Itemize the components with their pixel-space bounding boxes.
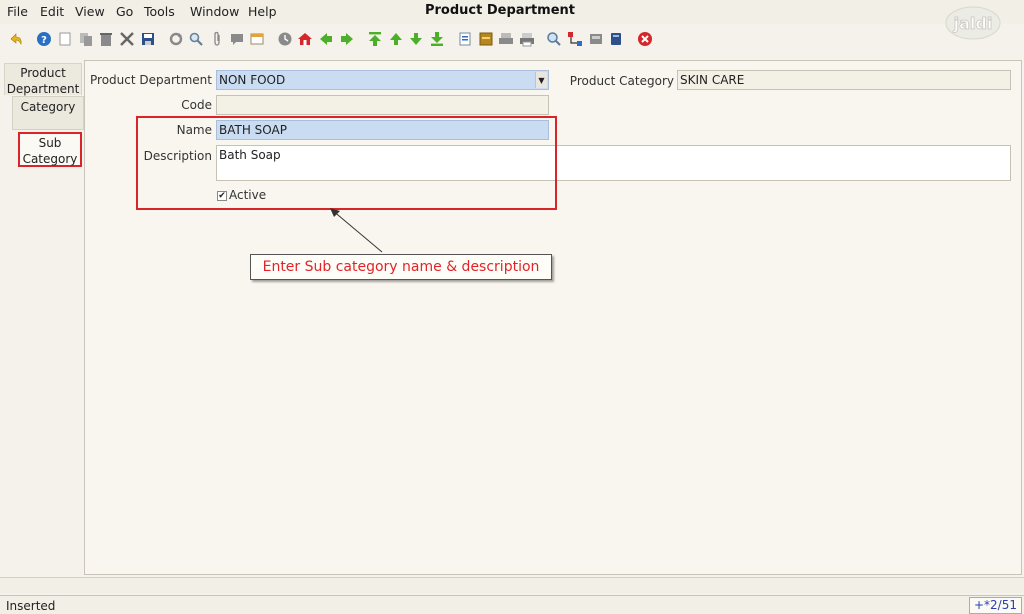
previous-record-icon[interactable]	[388, 31, 404, 47]
toolbar: ?	[0, 26, 1024, 54]
request-icon[interactable]	[588, 31, 604, 47]
description-value: Bath Soap	[219, 148, 281, 162]
product-department-label: Product Department	[90, 73, 212, 87]
undo-icon[interactable]	[8, 31, 24, 47]
print-preview-icon[interactable]	[498, 31, 514, 47]
tab-sub-category[interactable]: Sub Category	[18, 132, 82, 167]
print-icon[interactable]	[519, 31, 535, 47]
description-field[interactable]: Bath Soap	[216, 145, 1011, 181]
home-icon[interactable]	[297, 31, 313, 47]
copy-icon[interactable]	[78, 31, 94, 47]
tab-product-department[interactable]: Product Department	[4, 63, 82, 96]
name-value: BATH SOAP	[219, 123, 287, 137]
svg-text:?: ?	[41, 35, 47, 46]
last-record-icon[interactable]	[429, 31, 445, 47]
history-icon[interactable]	[277, 31, 293, 47]
help-icon[interactable]: ?	[36, 31, 52, 47]
record-indicator[interactable]: +*2/51	[968, 597, 1022, 614]
report-icon[interactable]	[457, 31, 473, 47]
zoom-across-icon[interactable]	[546, 31, 562, 47]
product-department-value: NON FOOD	[219, 73, 286, 87]
chevron-down-icon[interactable]: ▼	[535, 72, 547, 88]
code-label: Code	[181, 98, 212, 112]
delete-selection-icon[interactable]	[119, 31, 135, 47]
product-category-label: Product Category	[569, 74, 674, 88]
code-field[interactable]	[216, 95, 549, 115]
active-checkbox[interactable]: ✔	[217, 191, 227, 201]
status-text: Inserted	[6, 599, 56, 613]
callout-arrow	[330, 208, 383, 253]
description-label: Description	[143, 149, 212, 163]
refresh-icon[interactable]	[168, 31, 184, 47]
window-title: Product Department	[424, 3, 576, 18]
next-record-icon[interactable]	[408, 31, 424, 47]
active-label: Active	[229, 188, 267, 202]
attachment-icon[interactable]	[209, 31, 225, 47]
back-icon[interactable]	[318, 31, 334, 47]
exit-icon[interactable]	[637, 31, 653, 47]
product-category-field[interactable]: SKIN CARE	[677, 70, 1011, 90]
name-label: Name	[176, 123, 212, 137]
workflow-icon[interactable]	[567, 31, 583, 47]
product-info-icon[interactable]	[608, 31, 624, 47]
annotation-callout: Enter Sub category name & description	[250, 254, 552, 280]
delete-icon[interactable]	[98, 31, 114, 47]
grid-toggle-icon[interactable]	[249, 31, 265, 47]
new-icon[interactable]	[57, 31, 73, 47]
chat-icon[interactable]	[229, 31, 245, 47]
form-panel: Product Department NON FOOD ▼ Product Ca…	[84, 60, 1022, 575]
forward-icon[interactable]	[339, 31, 355, 47]
product-department-select[interactable]: NON FOOD ▼	[216, 70, 549, 90]
tab-panel: Product Department Category Sub Category	[0, 60, 84, 575]
archive-icon[interactable]	[478, 31, 494, 47]
first-record-icon[interactable]	[367, 31, 383, 47]
tab-category[interactable]: Category	[12, 96, 84, 130]
bottom-strip	[0, 577, 1024, 593]
name-field[interactable]: BATH SOAP	[216, 120, 549, 140]
status-bar: Inserted +*2/51	[0, 595, 1024, 614]
save-icon[interactable]	[140, 31, 156, 47]
product-category-value: SKIN CARE	[680, 73, 745, 87]
find-icon[interactable]	[188, 31, 204, 47]
menu-bar: File Edit View Go Tools Window Help Prod…	[0, 0, 1024, 40]
